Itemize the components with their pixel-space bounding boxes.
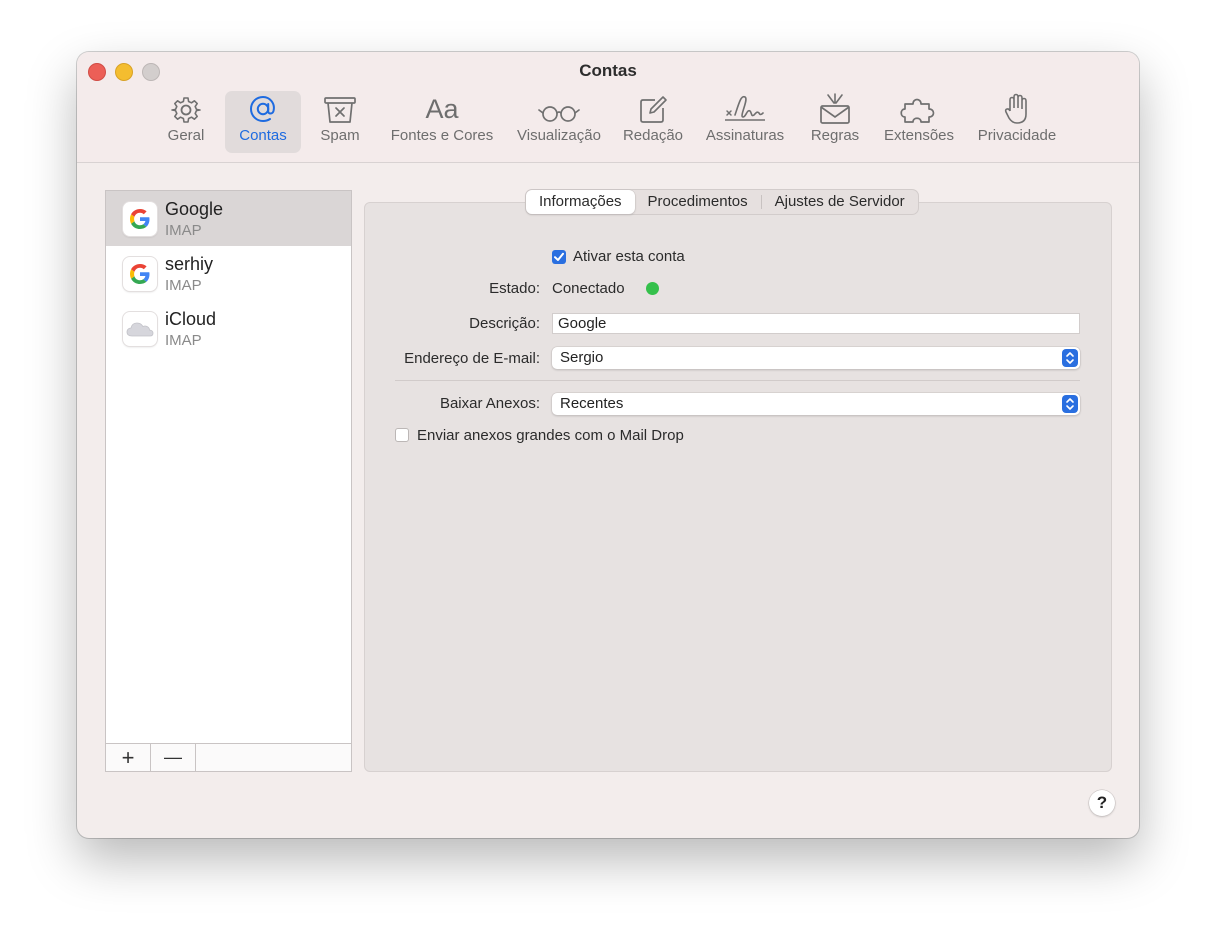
account-name: iCloud: [165, 309, 217, 329]
puzzle-icon: [900, 98, 935, 123]
status-value: Conectado: [552, 280, 625, 297]
enable-account-label: Ativar esta conta: [573, 248, 685, 265]
email-label: Endereço de E-mail:: [404, 350, 540, 367]
download-attachments-value: Recentes: [560, 395, 624, 412]
toolbar-item-contas[interactable]: Contas: [225, 91, 301, 153]
toolbar-item-geral[interactable]: Geral: [159, 91, 213, 153]
checkmark-icon: [554, 252, 564, 261]
gear-icon: [171, 97, 201, 123]
icloud-icon: [123, 312, 157, 346]
toolbar-item-label: Contas: [239, 127, 287, 144]
toolbar-item-label: Geral: [167, 127, 205, 144]
toolbar-item-label: Visualização: [517, 127, 601, 144]
toolbar-item-label: Spam: [320, 127, 360, 144]
mail-drop-checkbox[interactable]: [395, 428, 409, 442]
account-name: serhiy: [165, 254, 214, 274]
account-type: IMAP: [165, 332, 202, 349]
tab-informacoes[interactable]: Informações: [526, 190, 635, 214]
at-sign-icon: [249, 95, 275, 123]
hand-icon: [1004, 93, 1027, 124]
account-item-icloud[interactable]: iCloud IMAP: [106, 301, 351, 356]
toolbar-item-label: Extensões: [883, 127, 955, 144]
toolbar-item-spam[interactable]: Spam: [315, 91, 365, 153]
account-type: IMAP: [165, 222, 202, 239]
toolbar-item-visualizacao[interactable]: Visualização: [512, 91, 606, 153]
accounts-list: Google IMAP serhiy IMAP iCloud IMAP + —: [105, 190, 352, 772]
enable-account-checkbox[interactable]: [552, 250, 566, 264]
toolbar-item-privacidade[interactable]: Privacidade: [973, 91, 1061, 153]
toolbar-item-regras[interactable]: Regras: [805, 91, 865, 153]
status-indicator: [646, 282, 659, 295]
section-divider: [395, 380, 1080, 381]
description-label: Descrição:: [469, 315, 540, 332]
status-label: Estado:: [489, 280, 540, 297]
email-address-value: Sergio: [560, 349, 604, 366]
remove-account-button[interactable]: —: [151, 744, 196, 771]
compose-icon: [640, 96, 667, 123]
toolbar-item-label: Regras: [810, 127, 860, 144]
email-address-popup[interactable]: Sergio: [552, 347, 1080, 369]
toolbar-item-extensoes[interactable]: Extensões: [877, 91, 961, 153]
toolbar-item-label: Fontes e Cores: [390, 127, 494, 144]
rules-envelope-icon: [820, 93, 850, 124]
toolbar-item-label: Privacidade: [977, 127, 1057, 144]
toolbar-item-assinaturas[interactable]: Assinaturas: [701, 91, 789, 153]
chevron-up-down-icon: [1062, 349, 1078, 367]
toolbar-item-label: Assinaturas: [705, 127, 785, 144]
description-field[interactable]: Google: [552, 313, 1080, 334]
tab-ajustes-de-servidor[interactable]: Ajustes de Servidor: [762, 190, 918, 214]
accounts-list-footer: + —: [106, 743, 351, 771]
glasses-icon: [538, 106, 580, 122]
google-icon: [123, 202, 157, 236]
account-item-google[interactable]: Google IMAP: [106, 191, 351, 246]
download-attachments-popup[interactable]: Recentes: [552, 393, 1080, 415]
font-aa-icon: Aa: [425, 94, 459, 124]
titlebar: Contas Geral Contas Spam Aa Fontes e Cor…: [77, 52, 1139, 163]
toolbar: Geral Contas Spam Aa Fontes e Cores Visu…: [77, 91, 1139, 153]
preferences-window: Contas Geral Contas Spam Aa Fontes e Cor…: [77, 52, 1139, 838]
chevron-up-down-icon: [1062, 395, 1078, 413]
junk-tray-icon: [324, 97, 356, 123]
add-account-button[interactable]: +: [106, 744, 151, 771]
download-attachments-label: Baixar Anexos:: [439, 395, 540, 412]
google-icon: [123, 257, 157, 291]
account-name: Google: [165, 199, 224, 219]
toolbar-item-redacao[interactable]: Redação: [620, 91, 686, 153]
mail-drop-label: Enviar anexos grandes com o Mail Drop: [417, 427, 684, 444]
tab-procedimentos[interactable]: Procedimentos: [635, 190, 761, 214]
toolbar-item-label: Redação: [622, 127, 684, 144]
window-title: Contas: [579, 61, 637, 80]
account-type: IMAP: [165, 277, 202, 294]
toolbar-item-fontes-e-cores[interactable]: Aa Fontes e Cores: [383, 91, 501, 153]
help-button[interactable]: ?: [1089, 790, 1115, 816]
account-tabs: Informações Procedimentos Ajustes de Ser…: [526, 190, 918, 214]
account-item-serhiy[interactable]: serhiy IMAP: [106, 246, 351, 301]
signature-icon: [725, 95, 765, 121]
